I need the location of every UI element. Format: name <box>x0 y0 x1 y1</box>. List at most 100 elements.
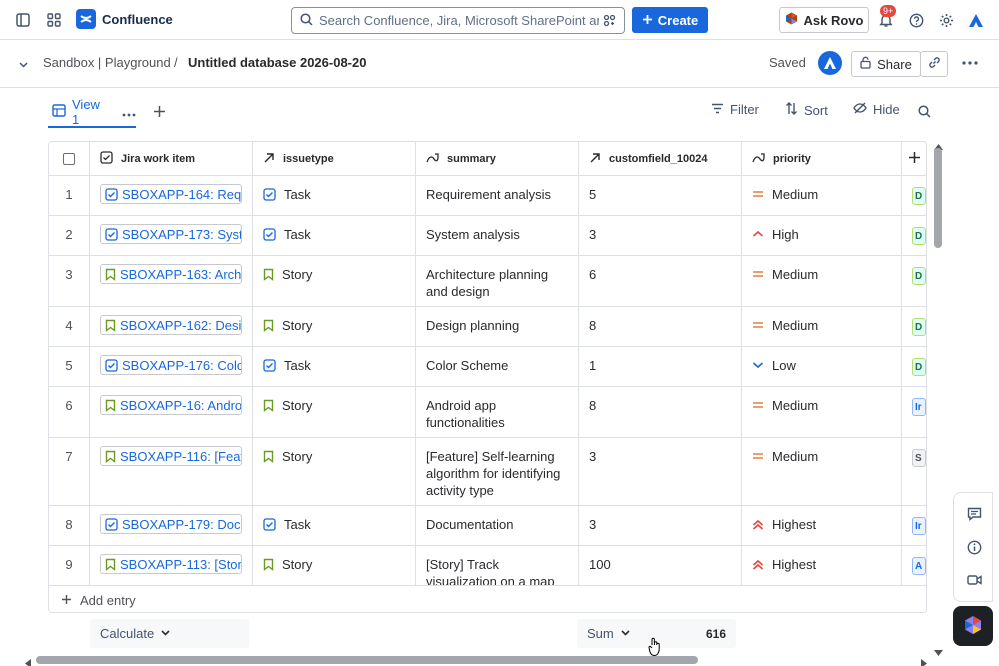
tab-view-1[interactable]: View 1 <box>48 97 136 128</box>
jira-work-item-link[interactable]: SBOXAPP-179: Docu... <box>100 514 242 534</box>
customfield-cell[interactable]: 6 <box>579 256 742 306</box>
status-cell[interactable]: Ir <box>902 387 926 437</box>
status-cell[interactable]: D <box>902 256 926 306</box>
status-cell[interactable]: A <box>902 546 926 585</box>
sidebar-toggle-icon[interactable] <box>13 10 33 30</box>
table-row[interactable]: 1 SBOXAPP-164: Requ... Task Requirement ana… <box>49 176 926 216</box>
table-row[interactable]: 4 SBOXAPP-162: Desi... Story Design plannin… <box>49 307 926 347</box>
issuetype-cell[interactable]: Story <box>253 387 416 437</box>
calculate-dropdown[interactable]: Calculate <box>90 619 249 648</box>
customfield-cell[interactable]: 3 <box>579 216 742 255</box>
share-button[interactable]: Share <box>851 51 921 77</box>
priority-cell[interactable]: High <box>742 216 902 255</box>
customfield-cell[interactable]: 3 <box>579 506 742 545</box>
avatar[interactable] <box>818 51 842 75</box>
priority-cell[interactable]: Medium <box>742 176 902 215</box>
horizontal-scrollbar[interactable] <box>36 656 698 664</box>
priority-cell[interactable]: Medium <box>742 307 902 346</box>
ask-rovo-button[interactable]: Ask Rovo <box>779 7 869 33</box>
jira-work-item-link[interactable]: SBOXAPP-113: [Stor... <box>100 554 242 574</box>
video-icon[interactable] <box>964 570 984 590</box>
info-icon[interactable] <box>964 537 984 557</box>
add-entry-button[interactable]: Add entry <box>49 585 926 612</box>
issuetype-cell[interactable]: Task <box>253 506 416 545</box>
copy-link-button[interactable] <box>920 51 948 77</box>
summary-cell[interactable]: [Story] Track visualization on a map <box>416 546 579 585</box>
column-header-summary[interactable]: summary <box>416 142 579 176</box>
create-button[interactable]: Create <box>632 7 708 33</box>
priority-cell[interactable]: Highest <box>742 506 902 545</box>
more-options-icon[interactable] <box>960 53 980 73</box>
summary-cell[interactable]: Requirement analysis <box>416 176 579 215</box>
scroll-right-arrow[interactable] <box>921 656 927 666</box>
column-header-priority[interactable]: priority <box>742 142 902 176</box>
jira-work-item-link[interactable]: SBOXAPP-116: [Feat... <box>100 446 242 466</box>
status-cell[interactable]: Ir <box>902 506 926 545</box>
issuetype-cell[interactable]: Story <box>253 307 416 346</box>
view-more-icon[interactable] <box>122 105 136 120</box>
collapse-chevron-icon[interactable] <box>13 54 33 74</box>
priority-cell[interactable]: Medium <box>742 438 902 505</box>
summary-cell[interactable]: System analysis <box>416 216 579 255</box>
table-search-icon[interactable] <box>914 101 934 121</box>
comment-icon[interactable] <box>964 504 984 524</box>
priority-cell[interactable]: Medium <box>742 387 902 437</box>
settings-gear-icon[interactable] <box>936 10 956 30</box>
priority-cell[interactable]: Low <box>742 347 902 386</box>
table-row[interactable]: 6 SBOXAPP-16: Androi... Story Android app f… <box>49 387 926 438</box>
summary-cell[interactable]: Android app functionalities <box>416 387 579 437</box>
select-all-checkbox[interactable] <box>63 153 75 165</box>
table-row[interactable]: 3 SBOXAPP-163: Archi... Story Architecture … <box>49 256 926 307</box>
status-cell[interactable]: D <box>902 347 926 386</box>
filter-button[interactable]: Filter <box>711 102 759 117</box>
priority-cell[interactable]: Highest <box>742 546 902 585</box>
jira-work-item-link[interactable]: SBOXAPP-176: Color... <box>100 355 242 375</box>
table-row[interactable]: 2 SBOXAPP-173: Syst... Task System analysis… <box>49 216 926 256</box>
breadcrumb-space[interactable]: Sandbox | Playground <box>43 55 171 70</box>
jira-work-item-link[interactable]: SBOXAPP-163: Archi... <box>100 264 242 284</box>
search-filter-icon[interactable] <box>603 14 616 30</box>
customfield-cell[interactable]: 100 <box>579 546 742 585</box>
column-header-jira-work-item[interactable]: Jira work item <box>90 142 253 176</box>
atlassian-icon[interactable] <box>966 10 986 30</box>
page-title[interactable]: Untitled database 2026-08-20 <box>188 55 366 70</box>
summary-cell[interactable]: Documentation <box>416 506 579 545</box>
add-view-icon[interactable] <box>149 101 169 121</box>
column-header-issuetype[interactable]: issuetype <box>253 142 416 176</box>
jira-work-item-link[interactable]: SBOXAPP-173: Syst... <box>100 224 242 244</box>
jira-work-item-link[interactable]: SBOXAPP-162: Desi... <box>100 315 242 335</box>
scroll-left-arrow[interactable] <box>25 656 31 666</box>
table-row[interactable]: 5 SBOXAPP-176: Color... Task Color Scheme1 L… <box>49 347 926 387</box>
app-switcher-icon[interactable] <box>44 10 64 30</box>
add-column-button[interactable] <box>902 142 926 176</box>
priority-cell[interactable]: Medium <box>742 256 902 306</box>
summary-cell[interactable]: Architecture planning and design <box>416 256 579 306</box>
issuetype-cell[interactable]: Story <box>253 438 416 505</box>
issuetype-cell[interactable]: Story <box>253 546 416 585</box>
customfield-cell[interactable]: 3 <box>579 438 742 505</box>
status-cell[interactable]: D <box>902 216 926 255</box>
table-row[interactable]: 9 SBOXAPP-113: [Stor... Story [Story] Track… <box>49 546 926 586</box>
hide-button[interactable]: Hide <box>853 102 900 117</box>
search-input[interactable]: Search Confluence, Jira, Microsoft Share… <box>291 7 625 34</box>
issuetype-cell[interactable]: Task <box>253 216 416 255</box>
rovo-chat-button[interactable] <box>953 606 993 646</box>
customfield-cell[interactable]: 8 <box>579 307 742 346</box>
issuetype-cell[interactable]: Task <box>253 347 416 386</box>
customfield-cell[interactable]: 8 <box>579 387 742 437</box>
jira-work-item-link[interactable]: SBOXAPP-16: Androi... <box>100 395 242 415</box>
confluence-logo[interactable]: Confluence <box>76 9 173 29</box>
issuetype-cell[interactable]: Task <box>253 176 416 215</box>
issuetype-cell[interactable]: Story <box>253 256 416 306</box>
sort-button[interactable]: Sort <box>785 102 828 118</box>
vertical-scrollbar[interactable] <box>934 148 942 248</box>
column-header-customfield[interactable]: customfield_10024 <box>579 142 742 176</box>
summary-cell[interactable]: Design planning <box>416 307 579 346</box>
status-cell[interactable]: S <box>902 438 926 505</box>
status-cell[interactable]: D <box>902 176 926 215</box>
customfield-cell[interactable]: 5 <box>579 176 742 215</box>
summary-cell[interactable]: [Feature] Self-learning algorithm for id… <box>416 438 579 505</box>
table-row[interactable]: 7 SBOXAPP-116: [Feat... Story [Feature] Sel… <box>49 438 926 506</box>
scroll-down-arrow[interactable] <box>934 644 943 659</box>
help-icon[interactable] <box>906 10 926 30</box>
